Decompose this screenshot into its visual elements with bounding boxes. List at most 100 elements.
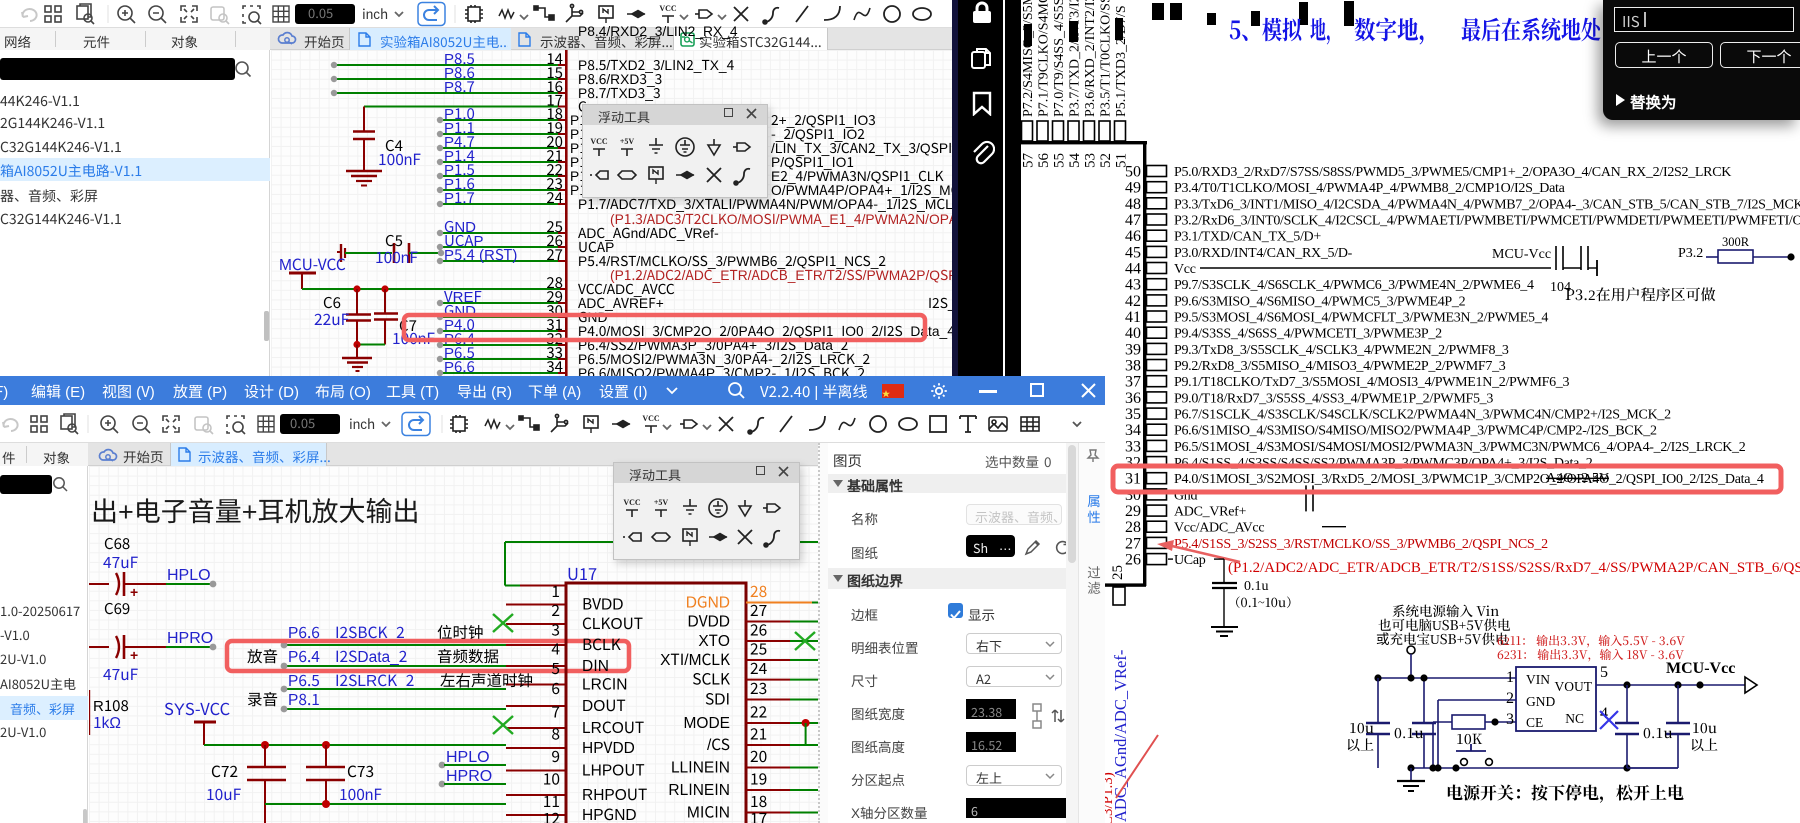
- svg-text:MCU-Vcc: MCU-Vcc: [1666, 660, 1735, 677]
- svg-text:34: 34: [1125, 422, 1141, 439]
- svg-text:55: 55: [1052, 153, 1068, 168]
- svg-text:28: 28: [1125, 519, 1141, 536]
- svg-text:P9.0/T18/RxD7_3/S5SS_4/SS3_4/P: P9.0/T18/RxD7_3/S5SS_4/SS3_4/PWME1P_2/PW…: [1174, 391, 1493, 406]
- svg-text:100nF: 100nF: [339, 783, 382, 805]
- svg-text:32: 32: [1125, 455, 1141, 472]
- svg-text:5、: 5、: [1229, 11, 1262, 47]
- svg-text:CLKOUT: CLKOUT: [582, 612, 643, 634]
- svg-text:UCap: UCap: [1174, 553, 1206, 568]
- svg-text:53: 53: [1083, 153, 1099, 168]
- svg-text:P7.2/S4MISO_2/S5M: P7.2/S4MISO_2/S5M: [1021, 0, 1036, 117]
- svg-text:P5.4 (RST): P5.4 (RST): [444, 244, 517, 265]
- svg-text:MCU-Vcc: MCU-Vcc: [1492, 247, 1551, 262]
- svg-text:P3.2: P3.2: [1678, 246, 1703, 261]
- svg-text:+: +: [130, 582, 138, 602]
- svg-text:P6.6: P6.6: [444, 356, 475, 377]
- svg-text:5: 5: [1600, 664, 1608, 681]
- svg-text:46: 46: [1125, 228, 1141, 245]
- svg-text:50: 50: [1125, 164, 1141, 181]
- svg-text:300R: 300R: [1722, 235, 1750, 249]
- svg-text:A4O- 2.5V: A4O- 2.5V: [1546, 471, 1609, 486]
- svg-text:3: 3: [1506, 711, 1514, 728]
- svg-text:P6.6/MISO2/PWMA4P_3/CMP2-_1/I2: P6.6/MISO2/PWMA4P_3/CMP2-_1/I2S_BCK_2: [578, 362, 865, 377]
- svg-text:（0.1~10u）: （0.1~10u）: [1228, 593, 1299, 611]
- svg-text:47uF: 47uF: [103, 551, 139, 573]
- svg-text:RLINEIN: RLINEIN: [668, 778, 730, 800]
- svg-text:1kΩ: 1kΩ: [93, 711, 121, 733]
- svg-text:37: 37: [1125, 374, 1141, 391]
- svg-text:38: 38: [1125, 358, 1141, 375]
- svg-text:P9.6/S3MISO_4/S6MISO_4/PWMC5_3: P9.6/S3MISO_4/S6MISO_4/PWMC5_3/PWME4P_2: [1174, 294, 1466, 309]
- svg-text:P6.4: P6.4: [288, 645, 320, 667]
- svg-text:Vcc: Vcc: [1174, 262, 1196, 277]
- svg-text:HPVDD: HPVDD: [582, 736, 635, 758]
- svg-text:P9.7/S3SCLK_4/S6SCLK_4/PWMC6_3: P9.7/S3SCLK_4/S6SCLK_4/PWMC6_3/PWME4N_2/…: [1174, 278, 1534, 293]
- svg-text:12: 12: [543, 807, 560, 823]
- svg-text:36: 36: [1125, 390, 1141, 407]
- svg-text:5: 5: [551, 657, 560, 679]
- svg-text:47: 47: [1125, 212, 1141, 229]
- svg-text:U17: U17: [567, 561, 597, 585]
- svg-text:P3.2在用户程序区可做: P3.2在用户程序区可做: [1565, 284, 1716, 305]
- svg-text:10K: 10K: [1456, 729, 1483, 749]
- svg-text:24: 24: [750, 657, 768, 679]
- svg-text:出+电子音量+耳机放大输出: 出+电子音量+耳机放大输出: [91, 490, 420, 529]
- svg-text:P8.1: P8.1: [288, 688, 320, 710]
- svg-text:VCC: VCC: [623, 498, 641, 507]
- svg-text:C72: C72: [211, 760, 238, 782]
- svg-text:P4.0/S1MOSI_3/S2MOSI_3/RxD5_2/: P4.0/S1MOSI_3/S2MOSI_3/RxD5_2/MOSI_3/PWM…: [1174, 472, 1764, 487]
- svg-text:27: 27: [1125, 535, 1141, 552]
- svg-text:电源开关：按下停电，松开上电: 电源开关：按下停电，松开上电: [1446, 779, 1684, 804]
- svg-text:VCC: VCC: [590, 137, 608, 146]
- svg-text:P6.7/S1SCLK_4/S3SCLK/S4SCLK/SC: P6.7/S1SCLK_4/S3SCLK/S4SCLK/SCLK2/PWMA4N…: [1174, 408, 1671, 423]
- svg-text:P3.3/TxD6_3/INT1/MISO_4/I2CSDA: P3.3/TxD6_3/INT1/MISO_4/I2CSDA_4/PWMA4N_…: [1174, 197, 1800, 212]
- svg-text:或充电宝USB+5V供电: 或充电宝USB+5V供电: [1376, 628, 1509, 648]
- svg-text:HPGND: HPGND: [582, 803, 637, 823]
- svg-text:6231： 输出3.3V，输入 18V - 3.6V: 6231： 输出3.3V，输入 18V - 3.6V: [1497, 646, 1684, 663]
- svg-text:29: 29: [1125, 503, 1141, 520]
- svg-text:SYS-VCC: SYS-VCC: [164, 696, 230, 720]
- svg-text:LRCIN: LRCIN: [582, 673, 627, 695]
- svg-text:40: 40: [1125, 325, 1141, 342]
- svg-text:音频数据: 音频数据: [437, 645, 499, 667]
- svg-text:30: 30: [1125, 487, 1141, 504]
- svg-text:HPLO: HPLO: [167, 561, 211, 585]
- svg-text:P3.1/TXD/CAN_TX_5/D+: P3.1/TXD/CAN_TX_5/D+: [1174, 230, 1321, 245]
- svg-text:0.1u: 0.1u: [1244, 579, 1269, 594]
- svg-text:VCC: VCC: [659, 4, 677, 13]
- svg-text:49: 49: [1125, 180, 1141, 197]
- svg-text:43: 43: [1125, 277, 1141, 294]
- svg-text:56: 56: [1036, 153, 1052, 169]
- svg-text:(P1.2/ADC2/ADC_ETR/ADCB_ETR/T2: (P1.2/ADC2/ADC_ETR/ADCB_ETR/T2/SS/PWMA2P…: [610, 264, 952, 284]
- svg-text:P3.6/RXD_2/INT2/I2: P3.6/RXD_2/INT2/I2: [1083, 0, 1098, 117]
- svg-text:地，: 地，: [1310, 11, 1342, 47]
- svg-text:19: 19: [750, 768, 767, 790]
- svg-text:P9.3/TxD8_3/S5SCLK_4/SCLK3_4/P: P9.3/TxD8_3/S5SCLK_4/SCLK3_4/PWME2N_2/PW…: [1174, 343, 1509, 358]
- svg-text:7: 7: [551, 701, 560, 723]
- svg-text:47uF: 47uF: [103, 663, 139, 685]
- svg-text:模拟: 模拟: [1262, 11, 1304, 47]
- svg-text:P9.1/T18CLKO/TxD7_3/S5MOSI_4/M: P9.1/T18CLKO/TxD7_3/S5MOSI_4/MOSI3_4/PWM…: [1174, 375, 1569, 390]
- svg-text:inch: inch: [349, 413, 375, 433]
- svg-text:数字地，: 数字地，: [1354, 11, 1440, 47]
- svg-text:以上: 以上: [1690, 735, 1718, 755]
- svg-text:/CS: /CS: [707, 733, 730, 755]
- svg-text:57: 57: [1021, 153, 1037, 169]
- svg-text:0.1u: 0.1u: [1394, 723, 1424, 743]
- svg-text:52: 52: [1098, 153, 1114, 168]
- svg-text:GND: GND: [1526, 694, 1555, 709]
- svg-text:P5.0/RXD3_2/RxD7/S7SS/S8SS/PWM: P5.0/RXD3_2/RxD7/S7SS/S8SS/PWMD5_3/PWME5…: [1174, 165, 1731, 180]
- svg-text:NC: NC: [1565, 711, 1584, 726]
- svg-text:P8.7/TXD3_3: P8.7/TXD3_3: [578, 82, 661, 102]
- svg-text:以上: 以上: [1346, 735, 1374, 755]
- svg-text:9: 9: [551, 745, 560, 767]
- svg-text:CE: CE: [1526, 715, 1543, 730]
- svg-text:39: 39: [1125, 341, 1141, 358]
- svg-text:I2SData_2: I2SData_2: [335, 645, 407, 667]
- svg-text:10uF: 10uF: [206, 783, 242, 805]
- svg-text:21: 21: [750, 723, 767, 745]
- svg-text:P1.7: P1.7: [444, 187, 475, 208]
- svg-text:22uF: 22uF: [314, 308, 350, 330]
- svg-text:26: 26: [1125, 552, 1141, 569]
- svg-text:DOUT: DOUT: [582, 694, 626, 716]
